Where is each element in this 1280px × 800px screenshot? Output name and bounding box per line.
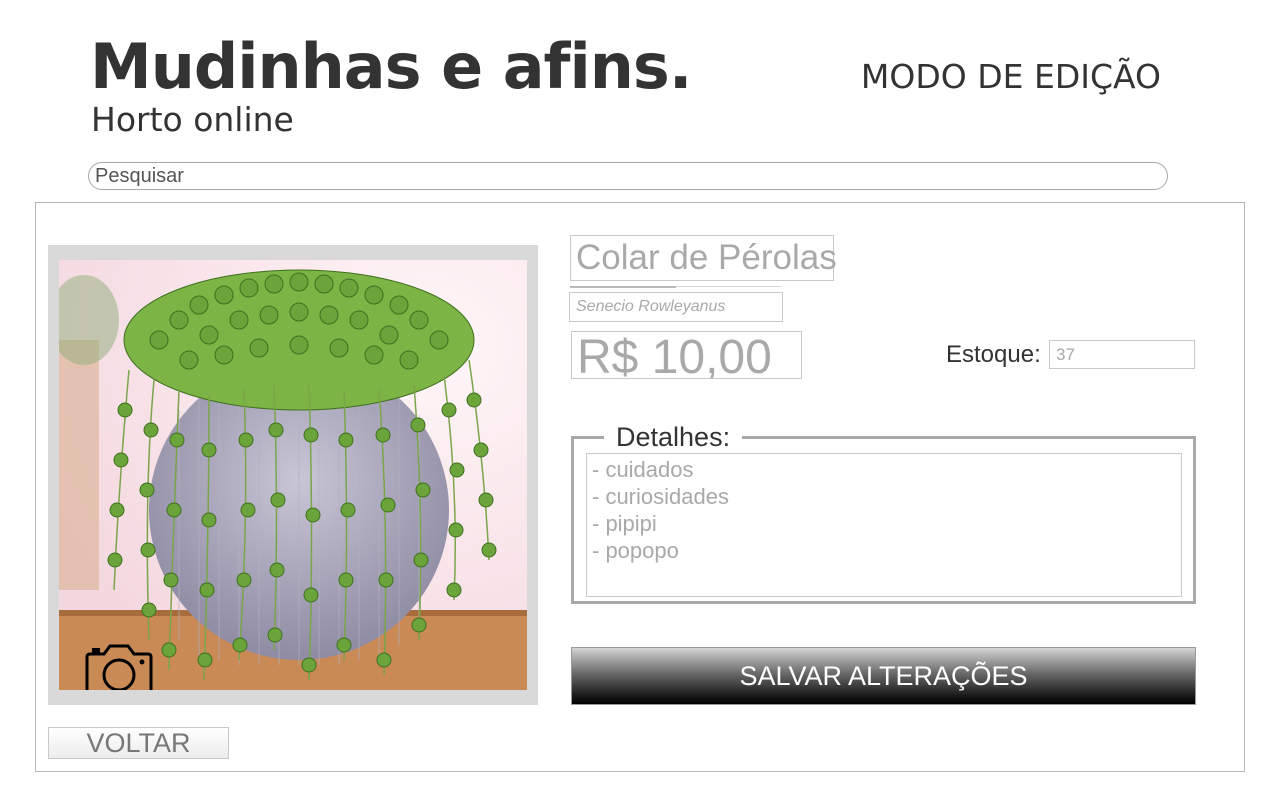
stock-label: Estoque: [946,341,1041,368]
search-input[interactable] [88,162,1168,190]
details-line: - curiosidades [592,484,729,509]
details-textarea[interactable]: - cuidados - curiosidades - pipipi - pop… [586,453,1182,597]
name-field-underline [570,286,676,288]
stock-field[interactable]: 37 [1049,340,1195,369]
product-name-field[interactable]: Colar de Pérolas [570,235,837,281]
details-line: - popopo [592,538,679,563]
brand-title: Mudinhas e afins. [90,30,692,103]
edit-mode-label: MODO DE EDIÇÃO [860,57,1161,96]
price-field[interactable]: R$ 10,00 [571,331,802,379]
details-line: - cuidados [592,457,694,482]
product-edit-panel: Colar de Pérolas Senecio Rowleyanus R$ 1… [35,202,1245,772]
name-field-underline-faint [676,286,782,287]
change-photo-button[interactable] [84,642,154,690]
product-photo-frame [48,245,538,705]
scientific-name-field[interactable]: Senecio Rowleyanus [569,292,783,322]
back-button[interactable]: VOLTAR [48,727,229,759]
details-fieldset: Detalhes: - cuidados - curiosidades - pi… [571,421,1196,604]
product-photo [59,260,527,690]
brand-subtitle: Horto online [91,100,294,139]
save-changes-button[interactable]: SALVAR ALTERAÇÕES [571,647,1196,705]
plant-illustration [59,260,527,690]
details-legend: Detalhes: [604,421,743,453]
details-line: - pipipi [592,511,657,536]
camera-icon [85,644,153,690]
